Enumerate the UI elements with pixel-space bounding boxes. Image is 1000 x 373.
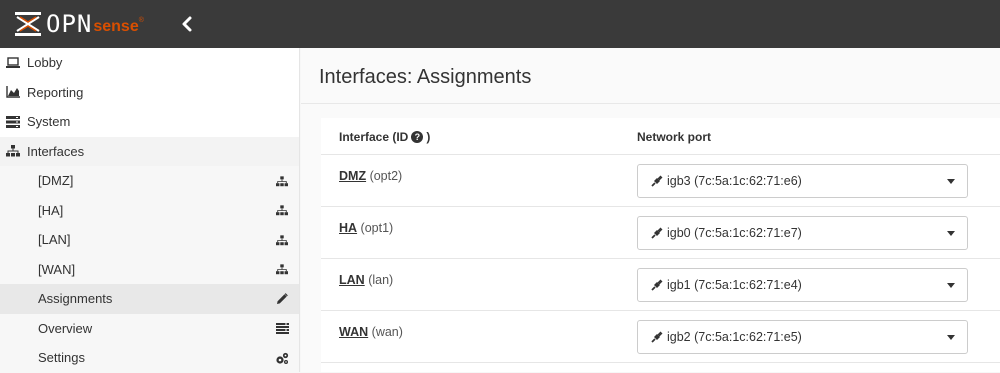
sidebar-subitem-ha[interactable]: [HA]	[0, 195, 299, 225]
sidebar-item-label: Lobby	[27, 55, 63, 71]
sidebar-subitem-assignments[interactable]: Assignments	[0, 284, 299, 314]
caret-down-icon	[947, 179, 955, 184]
interface-link-ha[interactable]: HA	[339, 221, 357, 235]
help-icon[interactable]: ?	[411, 131, 424, 143]
plug-icon	[650, 278, 664, 292]
table-row: LAN (lan) igb1 (7c:5a:1c:62:71:e4)	[321, 259, 1000, 311]
collapse-sidebar-icon[interactable]	[178, 14, 196, 34]
sidebar-subitem-label: [LAN]	[38, 232, 71, 248]
sitemap-icon	[275, 233, 289, 247]
sidebar-item-system[interactable]: System	[0, 107, 299, 137]
sidebar-subitem-lan[interactable]: [LAN]	[0, 225, 299, 255]
table-row: HA (opt1) igb0 (7c:5a:1c:62:71:e7)	[321, 207, 1000, 259]
column-header-interface: Interface (ID ? )	[339, 130, 430, 144]
sidebar-subitem-label: [WAN]	[38, 261, 76, 277]
sidebar-subitem-wan[interactable]: [WAN]	[0, 254, 299, 284]
interface-id: (opt1)	[360, 221, 394, 235]
sidebar-subitem-label: [DMZ]	[38, 173, 74, 189]
opnsense-logo-icon	[14, 11, 42, 37]
caret-down-icon	[947, 335, 955, 340]
column-header-interface-suffix: )	[426, 130, 431, 144]
sidebar-item-label: Interfaces	[27, 143, 85, 159]
main-content: Interfaces: Assignments Interface (ID ? …	[301, 48, 1000, 372]
sidebar-subitem-overview[interactable]: Overview	[0, 313, 299, 343]
cogs-icon	[275, 351, 289, 365]
sidebar-item-reporting[interactable]: Reporting	[0, 78, 299, 108]
table-header: Interface (ID ? ) Network port	[321, 118, 1000, 155]
sidebar-subitem-dmz[interactable]: [DMZ]	[0, 166, 299, 196]
plug-icon	[650, 174, 664, 188]
caret-down-icon	[947, 231, 955, 236]
sidebar-item-label: System	[27, 114, 71, 130]
interface-link-lan[interactable]: LAN	[339, 273, 365, 287]
network-port-value: igb2 (7c:5a:1c:62:71:e5)	[667, 330, 802, 344]
sidebar: Lobby Reporting System Interfaces [DMZ] …	[0, 48, 300, 373]
caret-down-icon	[947, 283, 955, 288]
sidebar-subitem-label: Assignments	[38, 291, 113, 307]
interface-id: (opt2)	[369, 169, 403, 183]
interface-cell: WAN (wan)	[339, 325, 403, 339]
table-row: WAN (wan) igb2 (7c:5a:1c:62:71:e5)	[321, 311, 1000, 363]
laptop-icon	[5, 56, 21, 70]
assignments-table: Interface (ID ? ) Network port DMZ (opt2…	[321, 118, 1000, 372]
interface-link-wan[interactable]: WAN	[339, 325, 368, 339]
sitemap-icon	[275, 174, 289, 188]
logo-registered: ®	[138, 16, 144, 24]
sitemap-icon	[275, 204, 289, 218]
column-header-interface-label: Interface (ID	[339, 130, 409, 144]
area-chart-icon	[5, 85, 21, 99]
sidebar-subitem-label: Overview	[38, 320, 93, 336]
column-header-network-port: Network port	[637, 130, 712, 144]
logo-sense: sense	[93, 18, 139, 35]
network-port-value: igb0 (7c:5a:1c:62:71:e7)	[667, 226, 802, 240]
interface-id: (lan)	[368, 273, 394, 287]
interface-cell: HA (opt1)	[339, 221, 393, 235]
sidebar-item-interfaces[interactable]: Interfaces	[0, 136, 299, 166]
sitemap-icon	[275, 263, 289, 277]
table-row: DMZ (opt2) igb3 (7c:5a:1c:62:71:e6)	[321, 155, 1000, 207]
sitemap-icon	[5, 144, 21, 158]
interface-link-dmz[interactable]: DMZ	[339, 169, 366, 183]
top-navbar: OPN sense ®	[0, 0, 1000, 48]
sidebar-item-label: Reporting	[27, 84, 84, 100]
opnsense-logo[interactable]: OPN sense ®	[14, 9, 144, 39]
sidebar-subitem-label: Settings	[38, 350, 85, 366]
server-icon	[5, 115, 21, 129]
network-port-select[interactable]: igb0 (7c:5a:1c:62:71:e7)	[637, 216, 968, 250]
sidebar-subitem-label: [HA]	[38, 202, 64, 218]
interface-cell: LAN (lan)	[339, 273, 393, 287]
list-icon	[275, 322, 289, 336]
sidebar-subitem-settings[interactable]: Settings	[0, 343, 299, 373]
interface-id: (wan)	[371, 325, 403, 339]
interface-cell: DMZ (opt2)	[339, 169, 402, 183]
network-port-select[interactable]: igb3 (7c:5a:1c:62:71:e6)	[637, 164, 968, 198]
network-port-select[interactable]: igb1 (7c:5a:1c:62:71:e4)	[637, 268, 968, 302]
page-header: Interfaces: Assignments	[301, 48, 1000, 104]
plug-icon	[650, 226, 664, 240]
network-port-value: igb1 (7c:5a:1c:62:71:e4)	[667, 278, 802, 292]
page-title: Interfaces: Assignments	[319, 66, 532, 88]
plug-icon	[650, 330, 664, 344]
pencil-icon	[275, 292, 289, 306]
logo-word: OPN	[46, 10, 93, 38]
sidebar-item-lobby[interactable]: Lobby	[0, 48, 299, 78]
network-port-select[interactable]: igb2 (7c:5a:1c:62:71:e5)	[637, 320, 968, 354]
network-port-value: igb3 (7c:5a:1c:62:71:e6)	[667, 174, 802, 188]
